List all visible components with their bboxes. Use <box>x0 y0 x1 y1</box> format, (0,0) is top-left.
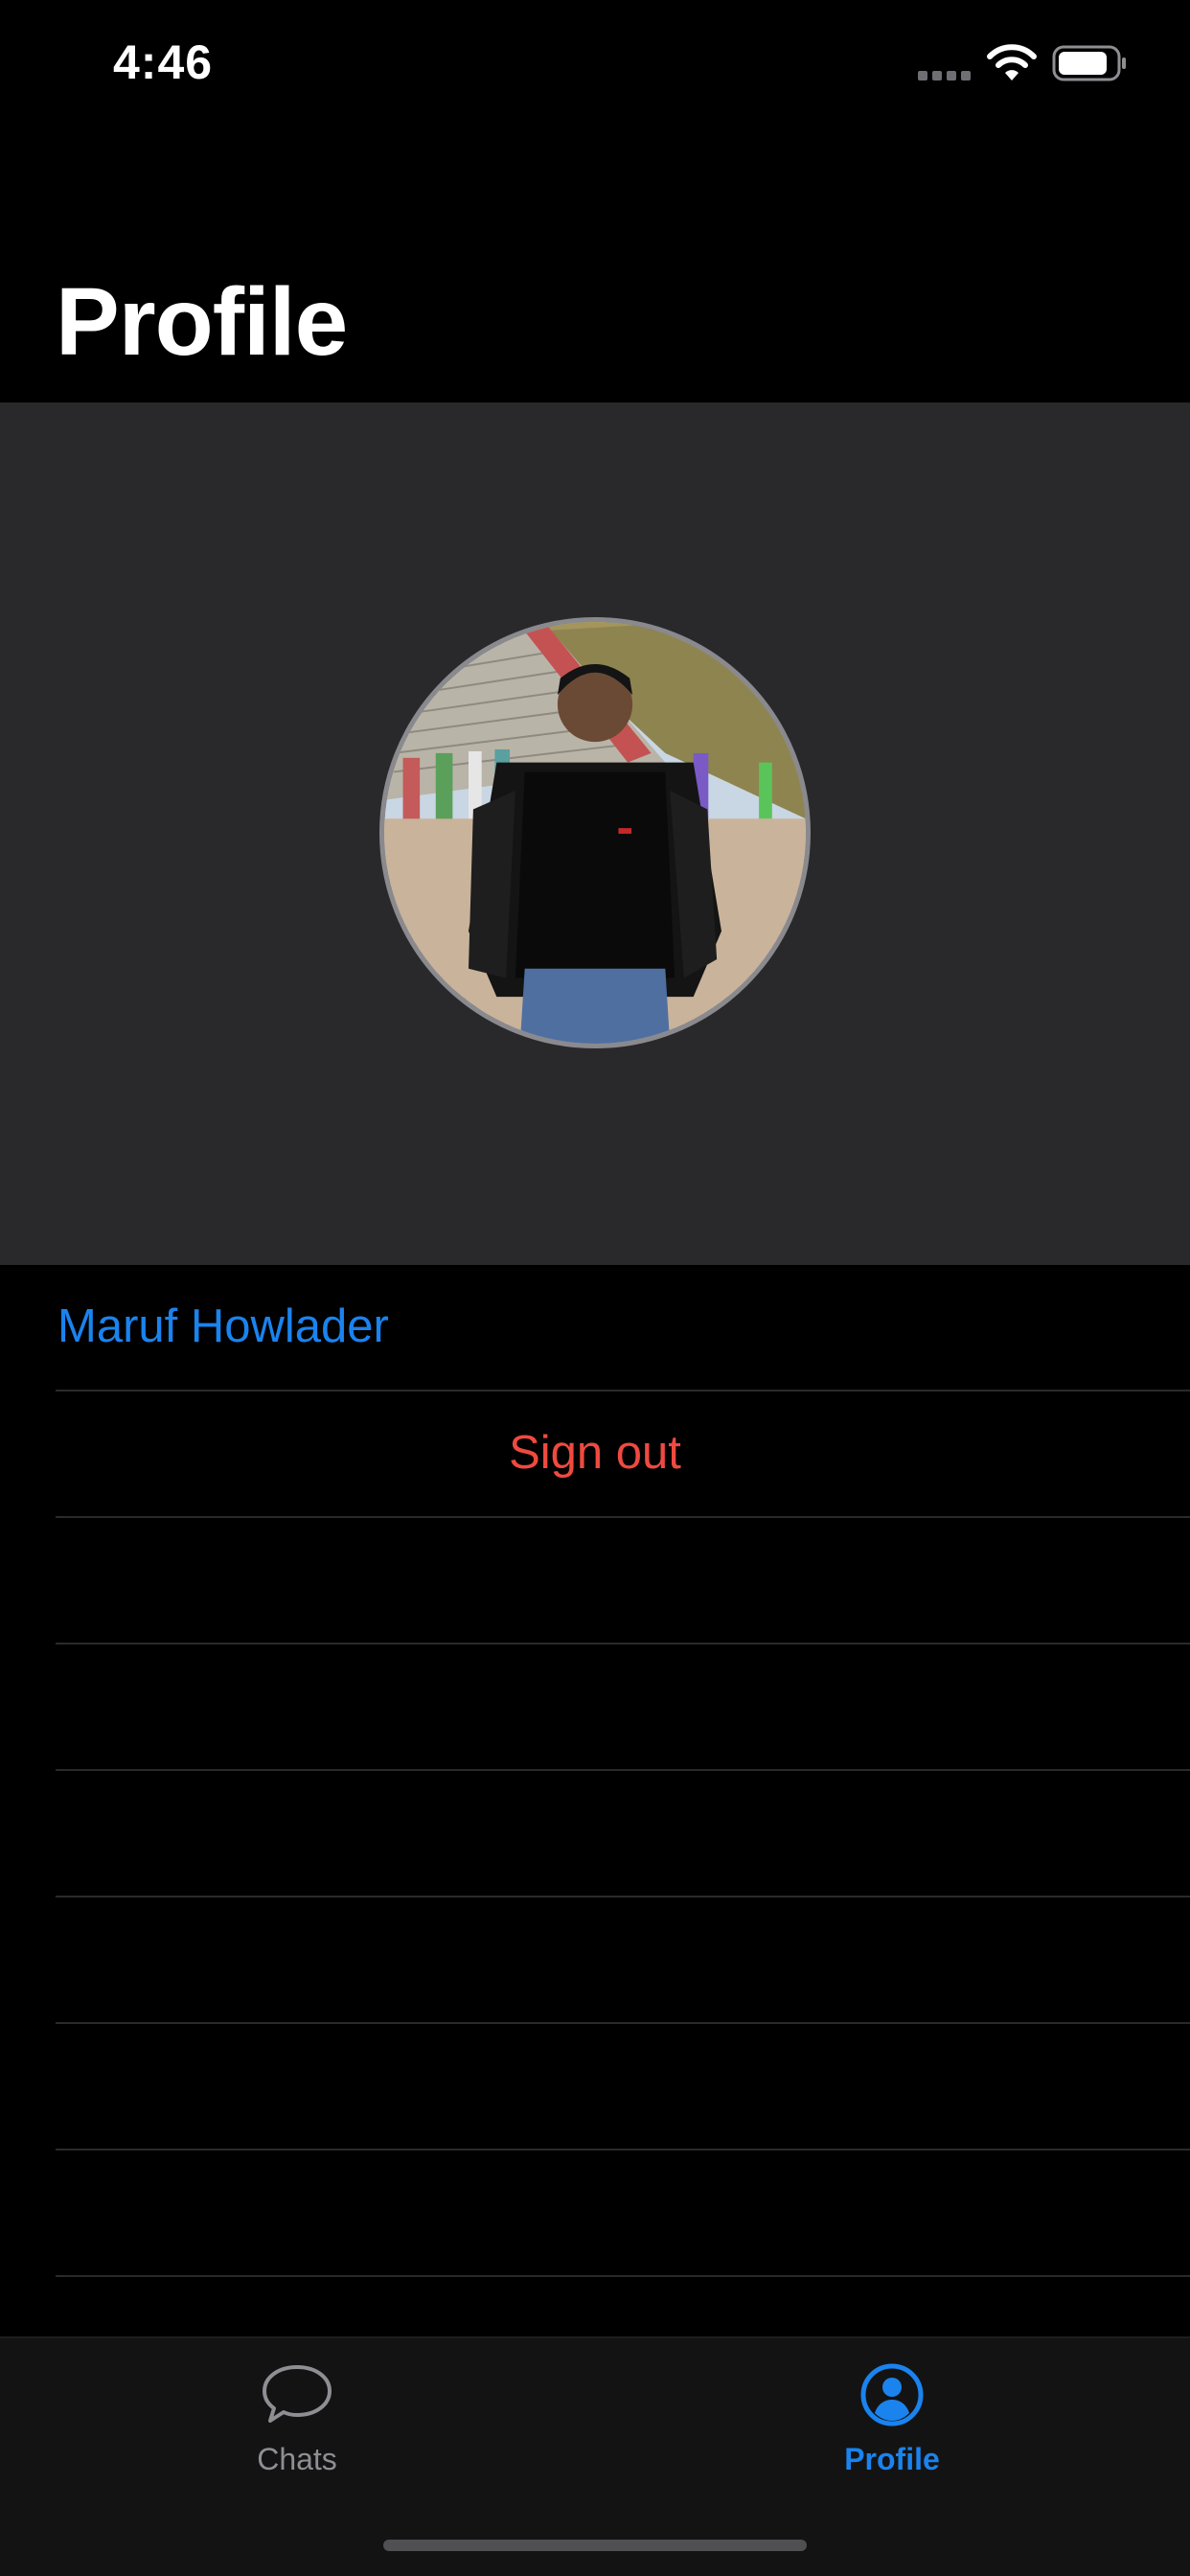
tab-chats-label: Chats <box>257 2442 337 2476</box>
sign-out-label: Sign out <box>509 1427 681 1479</box>
empty-row <box>0 1771 1190 1898</box>
empty-row <box>0 1898 1190 2024</box>
status-bar: 4:46 <box>0 0 1190 134</box>
wifi-icon <box>987 44 1037 80</box>
tab-chats[interactable]: Chats <box>153 2361 441 2524</box>
profile-avatar[interactable] <box>379 617 811 1048</box>
profile-list: Maruf Howlader Sign out <box>0 1265 1190 2277</box>
battery-icon <box>1052 45 1126 81</box>
home-indicator[interactable] <box>383 2540 807 2551</box>
empty-row <box>0 2150 1190 2277</box>
status-time: 4:46 <box>113 35 214 89</box>
profile-name: Maruf Howlader <box>57 1300 389 1352</box>
chat-bubble-icon <box>263 2365 332 2423</box>
profile-photo <box>384 622 806 1044</box>
tab-profile-label: Profile <box>844 2442 940 2476</box>
profile-screen: 4:46 Profile Maruf Howlader Sign out Cha… <box>0 0 1190 2576</box>
empty-row <box>0 2024 1190 2150</box>
person-circle-icon <box>860 2363 924 2426</box>
empty-row <box>0 1644 1190 1771</box>
tab-profile[interactable]: Profile <box>748 2361 1036 2524</box>
sign-out-button[interactable]: Sign out <box>0 1392 1190 1518</box>
empty-row <box>0 1518 1190 1644</box>
profile-name-row[interactable]: Maruf Howlader <box>0 1265 1190 1392</box>
avatar-header <box>0 402 1190 1265</box>
cellular-signal-icon <box>918 71 972 80</box>
page-title: Profile <box>56 268 348 376</box>
